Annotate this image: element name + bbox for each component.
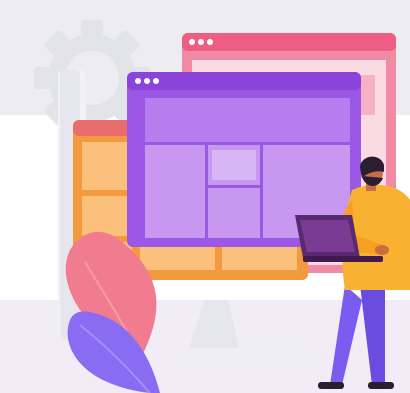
window-dots-icon [189, 39, 213, 45]
web-design-illustration [0, 0, 410, 393]
illustration-scene [0, 0, 410, 393]
window-dots-icon [135, 78, 159, 84]
